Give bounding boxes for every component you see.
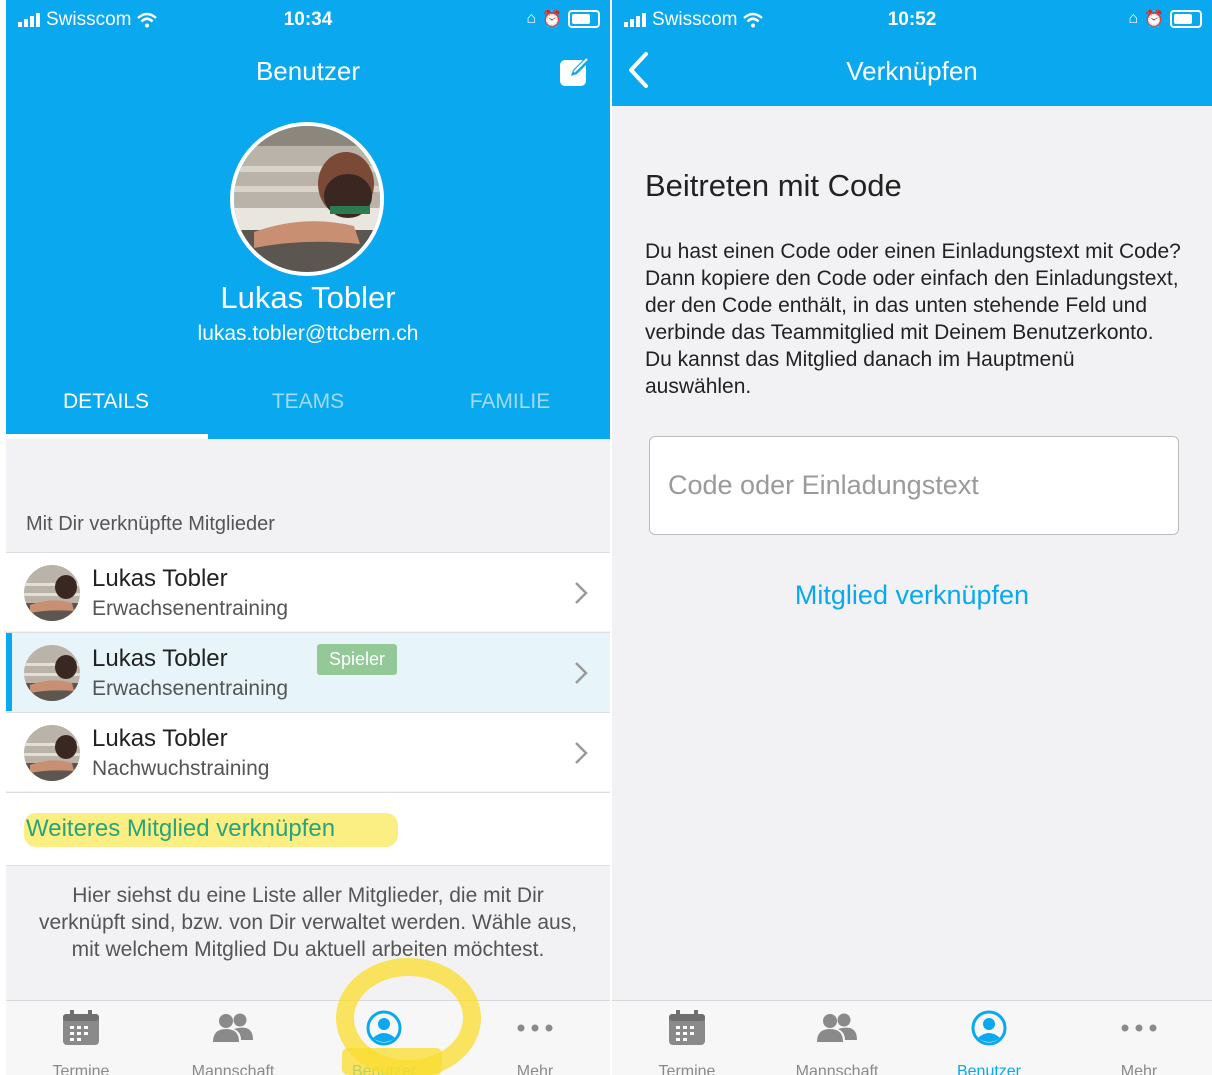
- instructions-text: Du hast einen Code oder einen Einladungs…: [645, 240, 1181, 398]
- member-name: Lukas Tobler: [92, 725, 228, 752]
- tab-bar: Termine Mannschaft Benutzer Mehr: [612, 1000, 1212, 1075]
- tabbar-label: Mehr: [516, 1063, 554, 1075]
- tabbar-label: Benutzer: [956, 1063, 1022, 1075]
- chevron-right-icon: [575, 582, 588, 604]
- tabbar-label: Mannschaft: [191, 1063, 275, 1075]
- section-heading: Beitreten mit Code: [645, 168, 902, 203]
- member-row-selected[interactable]: Lukas Tobler Erwachsenentraining Spieler: [6, 632, 610, 711]
- user-circle-icon: [971, 1010, 1007, 1046]
- more-icon: [517, 1024, 553, 1032]
- member-name: Lukas Tobler: [92, 565, 228, 592]
- status-bar: Swisscom 10:34 ⌂ ⏰: [6, 0, 610, 40]
- verknuepfen-screen: Swisscom 10:52 ⌂ ⏰ Verknüpfen Beitreten …: [612, 0, 1212, 1075]
- role-badge: Spieler: [317, 644, 398, 675]
- tabbar-termine[interactable]: Termine: [6, 1007, 156, 1075]
- tabbar-label: Mehr: [1120, 1063, 1158, 1075]
- tab-familie[interactable]: FAMILIE: [410, 390, 610, 414]
- clock: 10:34: [283, 9, 333, 30]
- nav-bar: Benutzer: [6, 40, 610, 106]
- calendar-icon: [63, 1010, 99, 1045]
- tabbar-mehr[interactable]: Mehr: [460, 1007, 610, 1075]
- calendar-icon: [669, 1010, 705, 1045]
- home-icon: ⌂: [1128, 10, 1139, 27]
- status-bar: Swisscom 10:52 ⌂ ⏰: [612, 0, 1212, 40]
- member-row[interactable]: Lukas Tobler Erwachsenentraining: [6, 552, 610, 631]
- chevron-right-icon: [575, 742, 588, 764]
- active-tab-indicator: [6, 434, 208, 439]
- people-icon: [213, 1013, 253, 1042]
- tabbar-termine[interactable]: Termine: [612, 1007, 762, 1075]
- battery-icon: [1170, 10, 1202, 28]
- profile-email: lukas.tobler@ttcbern.ch: [197, 322, 419, 345]
- member-team: Nachwuchstraining: [92, 757, 270, 780]
- tabbar-label: Mannschaft: [795, 1063, 879, 1075]
- profile-avatar: [230, 122, 384, 276]
- section-title: Mit Dir verknüpfte Mitglieder: [26, 513, 275, 535]
- battery-icon: [568, 10, 600, 28]
- people-icon: [817, 1013, 857, 1042]
- tab-teams[interactable]: TEAMS: [208, 390, 408, 414]
- tabbar-label: Termine: [52, 1063, 110, 1075]
- profile-name: Lukas Tobler: [220, 280, 396, 315]
- help-text: Hier siehst du eine Liste aller Mitglied…: [38, 884, 578, 961]
- nav-bar: Verknüpfen: [612, 40, 1212, 106]
- member-avatar: [24, 725, 80, 781]
- tab-details[interactable]: DETAILS: [6, 390, 206, 414]
- alarm-icon: ⏰: [1144, 11, 1164, 28]
- edit-button[interactable]: [558, 54, 592, 93]
- status-icons: ⌂ ⏰: [1128, 9, 1202, 29]
- chevron-right-icon: [575, 662, 588, 684]
- member-avatar: [24, 565, 80, 621]
- member-team: Erwachsenentraining: [92, 677, 289, 700]
- profile-header: Lukas Tobler lukas.tobler@ttcbern.ch DET…: [6, 106, 610, 439]
- page-title: Verknüpfen: [846, 56, 978, 86]
- tabbar-mannschaft[interactable]: Mannschaft: [762, 1007, 912, 1075]
- home-icon: ⌂: [526, 10, 537, 27]
- status-icons: ⌂ ⏰: [526, 9, 600, 29]
- alarm-icon: ⏰: [542, 11, 562, 28]
- link-more-row[interactable]: Weiteres Mitglied verknüpfen: [6, 792, 610, 866]
- link-member-button[interactable]: Mitglied verknüpfen: [612, 580, 1212, 611]
- tab-bar: Termine Mannschaft Benutzer Mehr: [6, 1000, 610, 1075]
- member-name: Lukas Tobler: [92, 645, 228, 672]
- member-row[interactable]: Lukas Tobler Nachwuchstraining: [6, 712, 610, 791]
- underline-annotation: [342, 1048, 442, 1075]
- tabbar-mannschaft[interactable]: Mannschaft: [158, 1007, 308, 1075]
- tabbar-mehr[interactable]: Mehr: [1064, 1007, 1212, 1075]
- link-more-member[interactable]: Weiteres Mitglied verknüpfen: [26, 815, 335, 843]
- more-icon: [1121, 1024, 1157, 1032]
- edit-icon: [560, 57, 590, 86]
- clock: 10:52: [887, 9, 937, 30]
- member-avatar: [24, 645, 80, 701]
- benutzer-screen: Swisscom 10:34 ⌂ ⏰ Benutzer Lukas Tobler…: [6, 0, 610, 1075]
- code-input[interactable]: [649, 436, 1179, 535]
- tabbar-label: Termine: [658, 1063, 716, 1075]
- member-team: Erwachsenentraining: [92, 597, 289, 620]
- tabbar-benutzer[interactable]: Benutzer: [914, 1007, 1064, 1075]
- page-title: Benutzer: [255, 56, 361, 86]
